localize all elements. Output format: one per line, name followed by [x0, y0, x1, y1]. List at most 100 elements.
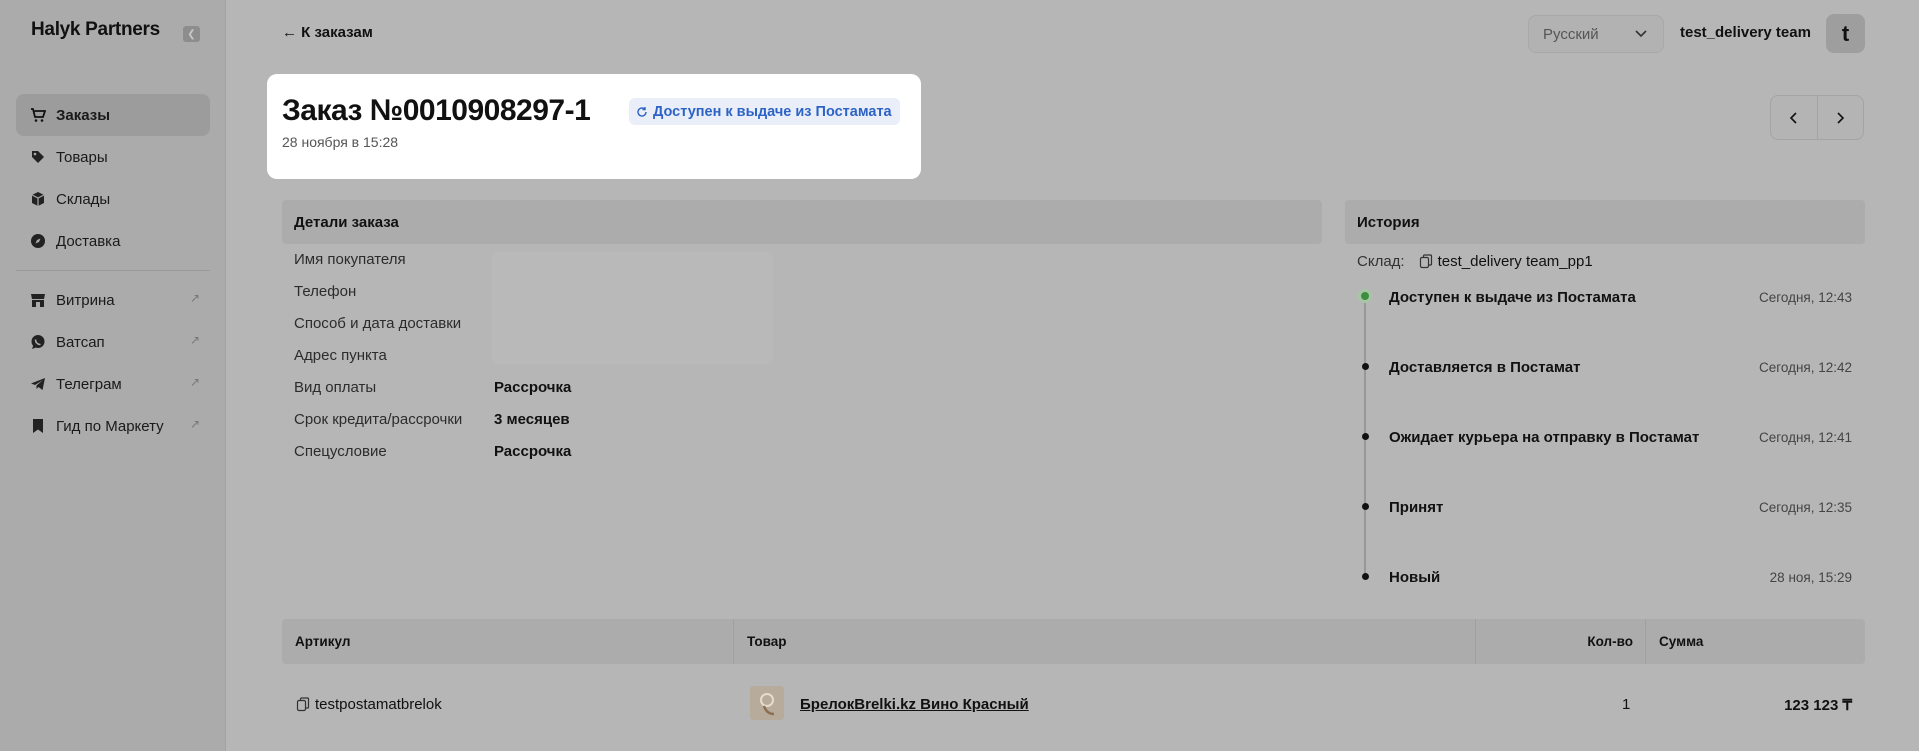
detail-label: Вид оплаты — [294, 379, 377, 396]
history-status: Новый — [1389, 569, 1441, 586]
user-name[interactable]: test_delivery team — [1680, 24, 1811, 41]
history-status: Доступен к выдаче из Постамата — [1389, 289, 1636, 306]
whatsapp-icon — [30, 334, 46, 350]
sidebar-item-label: Витрина — [56, 291, 115, 309]
detail-label: Способ и дата доставки — [294, 315, 462, 332]
sidebar-divider — [16, 270, 210, 271]
external-link-icon: ↗ — [189, 333, 200, 347]
back-to-orders-link[interactable]: ← К заказам — [282, 24, 373, 41]
column-divider — [1645, 619, 1646, 664]
sidebar-item-label: Ватсап — [56, 333, 105, 351]
nav-primary: Заказы Товары Склады Доставка — [16, 94, 210, 262]
telegram-icon — [30, 376, 46, 392]
store-icon — [30, 292, 46, 308]
brand-logo[interactable]: Halyk Partners — [31, 19, 160, 41]
order-date: 28 ноября в 15:28 — [282, 134, 399, 150]
timeline-dot — [1362, 573, 1369, 580]
history-time: Сегодня, 12:43 — [1758, 290, 1852, 305]
items-table-header: Артикул Товар Кол-во Сумма — [282, 619, 1865, 664]
timeline-dot — [1362, 363, 1369, 370]
sidebar-item-whatsapp[interactable]: Ватсап ↗ — [16, 321, 210, 363]
sidebar-item-storefront[interactable]: Витрина ↗ — [16, 279, 210, 321]
history-status: Доставляется в Постамат — [1389, 359, 1581, 376]
product-link[interactable]: БрелокBrelki.kz Вино Красный — [800, 696, 1029, 713]
previous-order-button[interactable] — [1771, 96, 1818, 139]
detail-label: Телефон — [294, 283, 357, 300]
warehouse-value-wrap: test_delivery team_pp1 — [1419, 253, 1593, 270]
sidebar-item-market-guide[interactable]: Гид по Маркету ↗ — [16, 405, 210, 447]
copy-icon — [296, 697, 310, 712]
column-divider — [733, 619, 734, 664]
order-header-card: Заказ №0010908297-1 Доступен к выдаче из… — [267, 74, 921, 179]
detail-label: Спецусловие — [294, 443, 387, 460]
detail-value: 3 месяцев — [494, 411, 570, 428]
chevron-right-icon — [1837, 111, 1845, 124]
chevron-down-icon — [1633, 25, 1649, 45]
column-sum: Сумма — [1659, 634, 1704, 649]
sidebar-item-warehouses[interactable]: Склады — [16, 178, 210, 220]
timeline-dot-current — [1358, 289, 1372, 303]
sidebar-item-delivery[interactable]: Доставка — [16, 220, 210, 262]
column-qty: Кол-во — [1587, 634, 1633, 649]
sidebar-item-label: Доставка — [56, 232, 121, 250]
qty-cell: 1 — [1622, 696, 1631, 713]
hidden-customer-info — [492, 252, 773, 364]
page-title: Заказ №0010908297-1 — [282, 94, 591, 127]
sidebar-item-orders[interactable]: Заказы — [16, 94, 210, 136]
history-time: Сегодня, 12:42 — [1758, 360, 1852, 375]
collapse-sidebar-button[interactable]: ❮ — [183, 26, 200, 42]
history-status: Ожидает курьера на отправку в Постамат — [1389, 429, 1700, 446]
timeline-dot — [1362, 503, 1369, 510]
box-icon — [30, 191, 46, 207]
details-heading: Детали заказа — [282, 200, 1322, 244]
warehouse-value: test_delivery team_pp1 — [1437, 253, 1593, 270]
external-link-icon: ↗ — [189, 417, 200, 431]
sidebar-item-label: Заказы — [56, 106, 111, 124]
column-product: Товар — [747, 634, 787, 649]
sidebar-item-label: Склады — [56, 190, 111, 208]
copy-icon — [1419, 254, 1432, 269]
external-link-icon: ↗ — [189, 291, 200, 305]
order-pager — [1770, 95, 1864, 140]
column-sku: Артикул — [295, 634, 351, 649]
detail-value: Рассрочка — [494, 379, 572, 396]
timeline-dot — [1362, 433, 1369, 440]
detail-label: Имя покупателя — [294, 251, 406, 268]
detail-value: Рассрочка — [494, 443, 572, 460]
sku-cell[interactable]: testpostamatbrelok — [296, 696, 442, 713]
next-order-button[interactable] — [1818, 96, 1864, 139]
sidebar-item-label: Телеграм — [56, 375, 122, 393]
external-link-icon: ↗ — [189, 375, 200, 389]
sidebar: Halyk Partners ❮ Заказы Товары Склады До… — [0, 0, 226, 751]
history-time: Сегодня, 12:41 — [1758, 430, 1852, 445]
cart-icon — [30, 107, 46, 123]
history-time: 28 ноя, 15:29 — [1769, 570, 1852, 585]
chevron-left-icon — [1789, 111, 1797, 124]
product-thumbnail[interactable] — [750, 686, 784, 720]
sum-cell: 123 123 ₸ — [1784, 697, 1852, 714]
sidebar-item-label: Гид по Маркету — [56, 417, 164, 435]
detail-label: Адрес пункта — [294, 347, 387, 364]
warehouse-info: Склад: test_delivery team_pp1 — [1357, 253, 1593, 270]
history-heading: История — [1345, 200, 1865, 244]
status-badge-label: Доступен к выдаче из Постамата — [653, 103, 892, 120]
tag-icon — [30, 149, 46, 165]
history-time: Сегодня, 12:35 — [1758, 500, 1852, 515]
column-divider — [1475, 619, 1476, 664]
nav-secondary: Витрина ↗ Ватсап ↗ Телеграм ↗ Гид по Мар… — [16, 279, 210, 447]
refresh-icon — [636, 106, 648, 118]
detail-label: Срок кредита/рассрочки — [294, 411, 463, 428]
sidebar-item-label: Товары — [56, 148, 108, 166]
compass-icon — [30, 233, 46, 249]
bookmark-icon — [30, 418, 46, 434]
language-select[interactable]: Русский — [1528, 15, 1664, 53]
sidebar-item-products[interactable]: Товары — [16, 136, 210, 178]
avatar[interactable]: t — [1826, 14, 1865, 53]
history-status: Принят — [1389, 499, 1444, 516]
sku-value: testpostamatbrelok — [315, 696, 442, 713]
chevron-left-icon: ❮ — [187, 28, 196, 40]
status-badge: Доступен к выдаче из Постамата — [629, 98, 900, 125]
language-value: Русский — [1543, 25, 1599, 43]
warehouse-label: Склад: — [1357, 253, 1405, 270]
sidebar-item-telegram[interactable]: Телеграм ↗ — [16, 363, 210, 405]
